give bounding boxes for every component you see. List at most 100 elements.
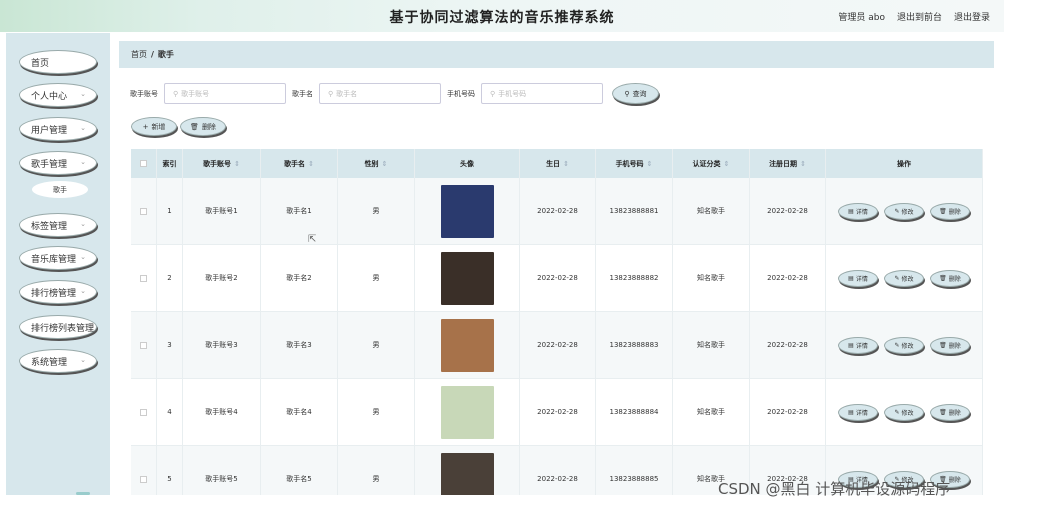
singer-avatar-image <box>440 184 494 238</box>
col-account[interactable]: 歌手账号 ⇕ <box>183 149 261 178</box>
col-name[interactable]: 歌手名 ⇕ <box>261 149 338 178</box>
table-cell: 歌手名3 <box>261 312 338 378</box>
table-cell: 2022-02-28 <box>520 178 596 244</box>
sort-icon: ⇕ <box>800 159 806 168</box>
singer-name-input[interactable]: ⚲ 歌手名 <box>319 83 441 104</box>
delete-button[interactable]: 🗑 删除 <box>930 202 970 220</box>
table-cell: 2022-02-28 <box>750 245 826 311</box>
edit-button[interactable]: ✎ 修改 <box>884 202 924 220</box>
table-cell: 13823888883 <box>596 312 673 378</box>
table-cell: 歌手账号5 <box>183 446 261 495</box>
query-button[interactable]: ⚲ 查询 <box>612 83 659 104</box>
breadcrumb-home[interactable]: 首页 <box>131 49 147 60</box>
sidebar-item-singer-management[interactable]: 歌手管理 ⌄ <box>19 151 97 175</box>
singer-account-input[interactable]: ⚲ 歌手账号 <box>164 83 286 104</box>
row-checkbox[interactable] <box>140 408 147 416</box>
edit-button[interactable]: ✎ 修改 <box>884 403 924 421</box>
row-gender: 男 <box>372 341 380 349</box>
row-index: 1 <box>167 207 172 215</box>
singer-table: 索引 歌手账号 ⇕ 歌手名 ⇕ 性别 ⇕ 头像 生日 ⇕ 手机号码 ⇕ 认证分类 ⇕ 注册日… <box>131 149 983 495</box>
col-actions: 操作 <box>826 149 983 178</box>
sidebar-item-label: 首页 <box>31 58 50 69</box>
table-cell: 歌手名2 <box>261 245 338 311</box>
phone-input[interactable]: ⚲ 手机号码 <box>481 83 603 104</box>
sidebar-item-label: 排行榜管理 <box>31 288 77 299</box>
chevron-down-icon: ⌄ <box>80 90 86 98</box>
col-gender[interactable]: 性别 ⇕ <box>338 149 415 178</box>
row-reg-date: 2022-02-28 <box>767 274 808 282</box>
detail-button[interactable]: ▤ 详情 <box>838 202 878 220</box>
chevron-down-icon: ⌄ <box>80 253 86 261</box>
col-reg-date[interactable]: 注册日期 ⇕ <box>750 149 826 178</box>
row-phone: 13823888882 <box>609 274 659 282</box>
add-button[interactable]: + 新增 <box>131 117 177 136</box>
sidebar-item-label: 系统管理 <box>31 357 68 368</box>
exit-to-front-link[interactable]: 退出到前台 <box>897 10 942 23</box>
table-cell <box>415 312 520 378</box>
col-birthday[interactable]: 生日 ⇕ <box>520 149 596 178</box>
table-cell: 歌手名5 <box>261 446 338 495</box>
header-bar: 基于协同过滤算法的音乐推荐系统 管理员 abo 退出到前台 退出登录 <box>0 0 1004 32</box>
trash-icon: 🗑 <box>939 341 947 349</box>
row-birthday: 2022-02-28 <box>537 341 578 349</box>
select-all-checkbox[interactable] <box>140 160 147 167</box>
row-checkbox[interactable] <box>140 475 147 483</box>
table-cell: 男 <box>338 379 415 445</box>
row-reg-date: 2022-02-28 <box>767 341 808 349</box>
table-cell: 2022-02-28 <box>520 446 596 495</box>
row-birthday: 2022-02-28 <box>537 475 578 483</box>
admin-label: 管理员 abo <box>838 13 885 23</box>
sidebar-item-ranking[interactable]: 排行榜管理 ⌄ <box>19 280 97 304</box>
row-checkbox[interactable] <box>140 207 147 215</box>
table-cell: 13823888881 <box>596 178 673 244</box>
table-row: 3 歌手账号3 歌手名3 男 2022-02-28 13823888883 知名歌手 2022… <box>131 312 983 379</box>
trash-icon: 🗑 <box>190 122 199 131</box>
table-cell: 2022-02-28 <box>750 178 826 244</box>
singer-account-placeholder: 歌手账号 <box>181 89 210 98</box>
row-gender: 男 <box>372 207 380 215</box>
delete-button[interactable]: 🗑 删除 <box>930 403 970 421</box>
table-cell: 知名歌手 <box>673 245 750 311</box>
sidebar-subitem-singer[interactable]: 歌手 <box>32 181 88 198</box>
batch-delete-button[interactable]: 🗑 删除 <box>180 117 226 136</box>
table-cell <box>131 178 157 244</box>
breadcrumb-separator: / <box>151 50 154 59</box>
sidebar-item-home[interactable]: 首页 <box>19 50 97 74</box>
row-checkbox[interactable] <box>140 274 147 282</box>
singer-avatar-image <box>440 452 494 495</box>
sidebar-item-tag-management[interactable]: 标签管理 ⌄ <box>19 213 97 237</box>
sidebar-item-personal-center[interactable]: 个人中心 ⌄ <box>19 83 97 107</box>
sidebar-item-music-library[interactable]: 音乐库管理 ⌄ <box>19 246 97 270</box>
col-category[interactable]: 认证分类 ⇕ <box>673 149 750 178</box>
delete-button[interactable]: 🗑 删除 <box>930 336 970 354</box>
chevron-up-icon: ⌄ <box>80 158 86 166</box>
col-phone[interactable]: 手机号码 ⇕ <box>596 149 673 178</box>
table-row: 4 歌手账号4 歌手名4 男 2022-02-28 13823888884 知名歌手 2022… <box>131 379 983 446</box>
row-account: 歌手账号2 <box>205 274 238 282</box>
sidebar-item-system[interactable]: 系统管理 ⌄ <box>19 349 97 373</box>
sort-icon: ⇕ <box>381 159 388 168</box>
row-checkbox[interactable] <box>140 341 147 349</box>
sidebar-item-user-management[interactable]: 用户管理 ⌄ <box>19 117 97 141</box>
detail-button[interactable]: ▤ 详情 <box>838 269 878 287</box>
phone-placeholder: 手机号码 <box>498 89 527 98</box>
row-name: 歌手名4 <box>286 408 312 416</box>
edit-button[interactable]: ✎ 修改 <box>884 269 924 287</box>
chevron-down-icon: ⌄ <box>80 287 86 295</box>
logout-link[interactable]: 退出登录 <box>954 10 990 23</box>
row-category: 知名歌手 <box>697 341 725 349</box>
table-cell: 歌手名1 <box>261 178 338 244</box>
doc-icon: ▤ <box>848 207 854 215</box>
row-account: 歌手账号3 <box>205 341 238 349</box>
row-name: 歌手名5 <box>286 475 312 483</box>
sidebar-item-ranking-list[interactable]: 排行榜列表管理 <box>19 315 97 339</box>
edit-button[interactable]: ✎ 修改 <box>884 336 924 354</box>
delete-button[interactable]: 🗑 删除 <box>930 269 970 287</box>
sidebar-item-label: 音乐库管理 <box>31 254 77 265</box>
table-cell: 2022-02-28 <box>750 379 826 445</box>
detail-button[interactable]: ▤ 详情 <box>838 403 878 421</box>
table-cell: 歌手账号2 <box>183 245 261 311</box>
sort-icon: ⇕ <box>646 159 653 168</box>
table-cell: 2022-02-28 <box>520 379 596 445</box>
detail-button[interactable]: ▤ 详情 <box>838 336 878 354</box>
